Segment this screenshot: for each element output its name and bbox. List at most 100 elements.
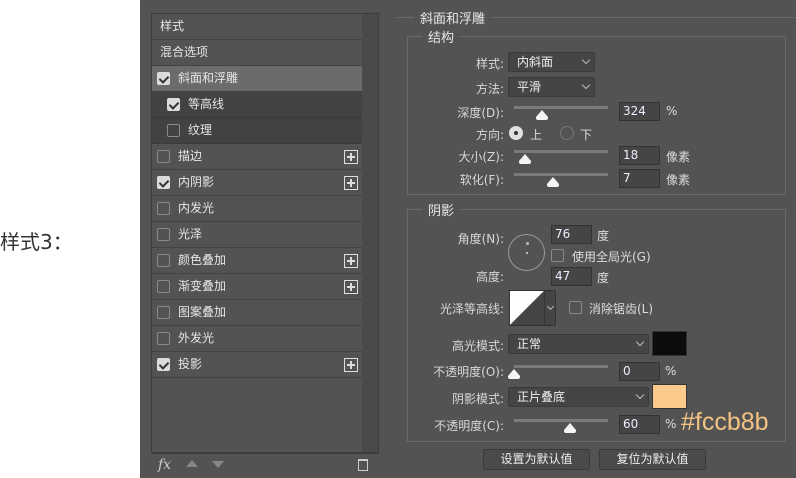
style-item[interactable]: 颜色叠加 <box>152 248 362 274</box>
technique-select[interactable]: 平滑 <box>508 77 595 97</box>
add-instance-icon[interactable] <box>344 150 358 164</box>
style-checkbox[interactable] <box>157 176 170 189</box>
technique-label: 方法: <box>475 82 504 96</box>
style-checkbox[interactable] <box>157 280 170 293</box>
shadow-mode-select[interactable]: 正片叠底 <box>508 387 649 407</box>
shadow-opacity-thumb[interactable] <box>564 423 577 433</box>
style-item[interactable]: 斜面和浮雕 <box>152 66 362 92</box>
size-slider-thumb[interactable] <box>519 154 532 164</box>
technique-value: 平滑 <box>517 80 542 94</box>
chevron-down-icon <box>546 302 555 311</box>
style-caption: 样式3： <box>0 230 73 254</box>
anti-alias-label: 消除锯齿(L) <box>589 302 654 316</box>
style-item[interactable]: 样式 <box>152 14 362 40</box>
style-item[interactable]: 渐变叠加 <box>152 274 362 300</box>
fx-button[interactable]: fx <box>158 457 171 473</box>
size-unit: 像素 <box>666 150 691 164</box>
style-item[interactable]: 纹理 <box>152 118 362 144</box>
global-light-checkbox[interactable] <box>551 249 564 262</box>
style-item[interactable]: 外发光 <box>152 326 362 352</box>
highlight-opacity-unit: % <box>665 364 677 378</box>
highlight-mode-label: 高光模式: <box>451 339 504 353</box>
move-up-icon[interactable] <box>186 460 198 467</box>
global-light-label: 使用全局光(G) <box>572 250 651 264</box>
style-checkbox[interactable] <box>157 72 170 85</box>
depth-slider-thumb[interactable] <box>536 110 549 120</box>
style-item-label: 外发光 <box>178 331 215 345</box>
highlight-mode-select[interactable]: 正常 <box>508 334 649 354</box>
style-checkbox[interactable] <box>157 306 170 319</box>
style-item[interactable]: 光泽 <box>152 222 362 248</box>
style-checkbox[interactable] <box>167 98 180 111</box>
altitude-input[interactable]: 47 <box>551 267 592 286</box>
style-item[interactable]: 内发光 <box>152 196 362 222</box>
style-item[interactable]: 图案叠加 <box>152 300 362 326</box>
move-down-icon[interactable] <box>212 461 224 468</box>
highlight-opacity-slider[interactable] <box>514 365 608 368</box>
style-value: 内斜面 <box>517 55 554 69</box>
direction-up-radio[interactable] <box>509 126 523 140</box>
style-label: 样式: <box>475 57 504 71</box>
chevron-down-icon <box>581 80 591 90</box>
chevron-down-icon <box>635 337 645 347</box>
bevel-title: 斜面和浮雕 <box>414 8 492 27</box>
depth-input[interactable]: 324 <box>619 102 660 121</box>
style-checkbox[interactable] <box>157 202 170 215</box>
style-item[interactable]: 等高线 <box>152 92 362 118</box>
highlight-mode-value: 正常 <box>517 337 542 351</box>
style-checkbox[interactable] <box>157 254 170 267</box>
structure-title: 结构 <box>422 27 461 46</box>
style-item-label: 图案叠加 <box>178 305 227 319</box>
style-item[interactable]: 描边 <box>152 144 362 170</box>
style-item-label: 纹理 <box>188 123 213 137</box>
style-item-label: 颜色叠加 <box>178 253 227 267</box>
shadow-opacity-input[interactable]: 60 <box>619 415 660 434</box>
shadow-opacity-slider[interactable] <box>514 419 608 422</box>
direction-down-radio[interactable] <box>560 126 574 140</box>
highlight-opacity-thumb[interactable] <box>508 369 520 379</box>
style-item[interactable]: 内阴影 <box>152 170 362 196</box>
soften-label: 软化(F): <box>459 173 504 187</box>
contour-preview-icon <box>510 291 544 325</box>
add-instance-icon[interactable] <box>344 254 358 268</box>
soften-slider[interactable] <box>514 173 608 176</box>
anti-alias-checkbox[interactable] <box>569 301 582 314</box>
reset-default-button[interactable]: 复位为默认值 <box>599 449 706 470</box>
style-checkbox[interactable] <box>157 228 170 241</box>
style-checkbox[interactable] <box>157 358 170 371</box>
shadow-mode-label: 阴影模式: <box>451 392 504 406</box>
soften-slider-thumb[interactable] <box>547 177 560 187</box>
altitude-unit: 度 <box>597 271 610 285</box>
make-default-button[interactable]: 设置为默认值 <box>483 449 590 470</box>
depth-label: 深度(D): <box>457 106 504 120</box>
add-instance-icon[interactable] <box>344 176 358 190</box>
style-checkbox[interactable] <box>167 124 180 137</box>
highlight-color-swatch[interactable] <box>652 331 687 356</box>
style-item[interactable]: 投影 <box>152 352 362 378</box>
gloss-contour-picker[interactable] <box>509 290 556 326</box>
shadow-color-swatch[interactable] <box>652 384 687 409</box>
chevron-down-icon <box>635 390 645 400</box>
size-slider[interactable] <box>514 150 608 153</box>
style-item-label: 内发光 <box>178 201 215 215</box>
direction-down-label: 下 <box>580 128 593 142</box>
style-item-label: 等高线 <box>188 97 225 111</box>
angle-input[interactable]: 76 <box>551 225 592 244</box>
size-input[interactable]: 18 <box>619 146 660 165</box>
angle-label: 角度(N): <box>457 232 504 246</box>
shadow-opacity-unit: % <box>665 417 677 431</box>
style-checkbox[interactable] <box>157 150 170 163</box>
trash-icon[interactable] <box>358 459 368 471</box>
style-item-label: 光泽 <box>178 227 203 241</box>
style-select[interactable]: 内斜面 <box>508 52 595 72</box>
highlight-opacity-input[interactable]: 0 <box>619 362 660 381</box>
add-instance-icon[interactable] <box>344 358 358 372</box>
depth-slider[interactable] <box>514 106 608 109</box>
style-checkbox[interactable] <box>157 332 170 345</box>
style-item[interactable]: 混合选项 <box>152 40 362 66</box>
add-instance-icon[interactable] <box>344 280 358 294</box>
angle-dial[interactable] <box>508 234 545 271</box>
shadow-mode-value: 正片叠底 <box>517 390 566 404</box>
soften-input[interactable]: 7 <box>619 169 660 188</box>
styles-list-scrollbar[interactable] <box>362 14 378 452</box>
